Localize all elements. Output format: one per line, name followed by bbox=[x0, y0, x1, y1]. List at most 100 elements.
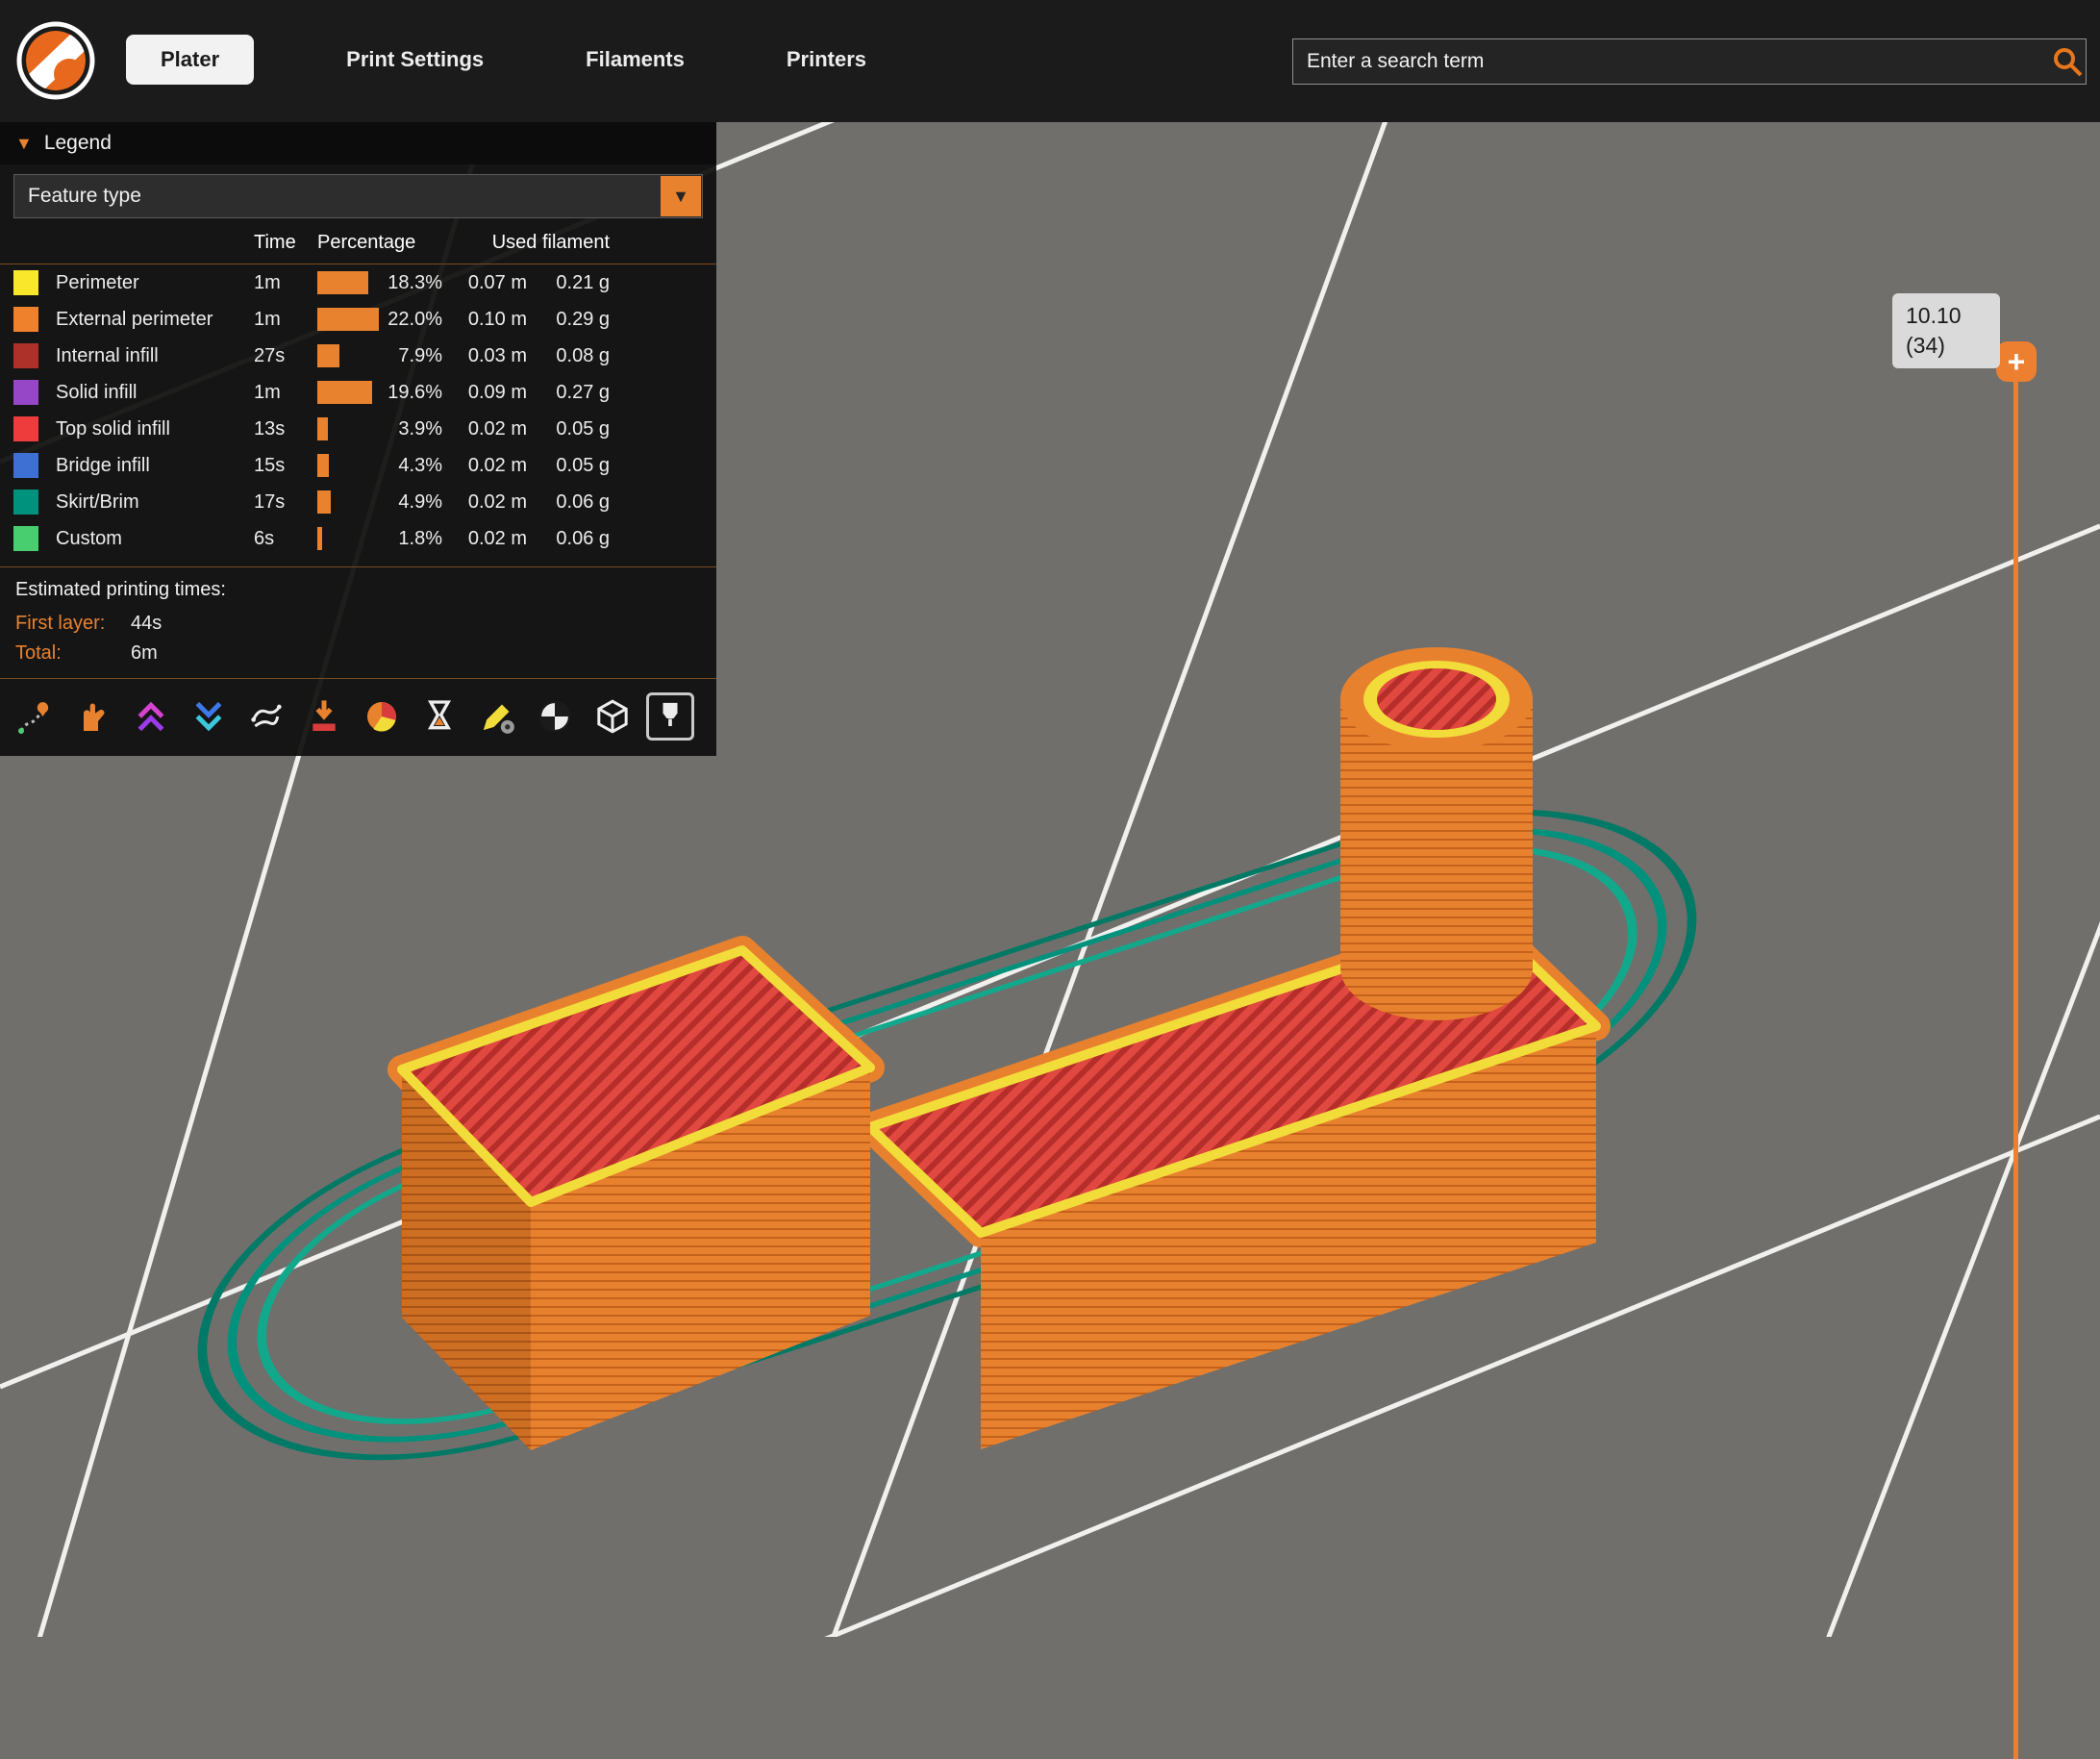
legend-panel: ▼ Legend Feature type ▼ Time Percentage … bbox=[0, 122, 716, 756]
percentage-value: 3.9% bbox=[398, 418, 442, 440]
feature-label: Bridge infill bbox=[56, 455, 254, 477]
legend-row[interactable]: Skirt/Brim 17s 4.9% 0.02 m 0.06 g bbox=[0, 484, 716, 520]
center-of-gravity-icon[interactable] bbox=[531, 692, 579, 741]
legend-row[interactable]: Perimeter 1m 18.3% 0.07 m 0.21 g bbox=[0, 264, 716, 301]
feature-time: 1m bbox=[254, 382, 317, 404]
percentage-value: 4.9% bbox=[398, 491, 442, 514]
percentage-bar bbox=[317, 308, 379, 331]
legend-header: ▼ Legend bbox=[0, 122, 716, 164]
search-icon[interactable] bbox=[2050, 44, 2085, 79]
first-layer-value: 44s bbox=[131, 613, 701, 635]
search-input[interactable] bbox=[1292, 38, 2087, 85]
dropdown-arrow-icon[interactable]: ▼ bbox=[661, 176, 701, 216]
tab-plater[interactable]: Plater bbox=[126, 35, 254, 85]
tab-print-settings[interactable]: Print Settings bbox=[337, 35, 493, 85]
feature-time: 15s bbox=[254, 455, 317, 477]
feature-percentage-cell: 1.8% bbox=[317, 527, 442, 550]
tool-changes-icon[interactable] bbox=[300, 692, 348, 741]
wipe-icon[interactable] bbox=[69, 692, 117, 741]
feature-percentage-cell: 19.6% bbox=[317, 381, 442, 404]
travels-icon[interactable] bbox=[12, 692, 60, 741]
percentage-value: 7.9% bbox=[398, 345, 442, 367]
feature-label: Solid infill bbox=[56, 382, 254, 404]
feature-color-swatch bbox=[13, 416, 38, 441]
tab-filaments[interactable]: Filaments bbox=[576, 35, 694, 85]
legend-collapse-icon[interactable]: ▼ bbox=[15, 134, 33, 154]
top-bar: Plater Print Settings Filaments Printers bbox=[0, 0, 2100, 122]
legend-row[interactable]: Internal infill 27s 7.9% 0.03 m 0.08 g bbox=[0, 338, 716, 374]
total-time-row: Total: 6m bbox=[0, 635, 716, 665]
total-value: 6m bbox=[131, 642, 701, 665]
percentage-value: 22.0% bbox=[388, 309, 442, 331]
feature-color-swatch bbox=[13, 453, 38, 478]
legend-title-label: Legend bbox=[44, 132, 112, 155]
app-window: 10.10 (34) + Plater Print Settings Filam… bbox=[0, 0, 2100, 1637]
feature-used-length: 0.02 m bbox=[442, 491, 527, 514]
feature-color-swatch bbox=[13, 270, 38, 295]
percentage-bar bbox=[317, 527, 322, 550]
feature-color-swatch bbox=[13, 380, 38, 405]
first-layer-row: First layer: 44s bbox=[0, 605, 716, 635]
feature-color-swatch bbox=[13, 307, 38, 332]
feature-used-weight: 0.08 g bbox=[527, 345, 610, 367]
layer-number-value: (34) bbox=[1906, 331, 1987, 361]
feature-color-swatch bbox=[13, 526, 38, 551]
shells-icon[interactable] bbox=[588, 692, 637, 741]
first-layer-label: First layer: bbox=[15, 613, 131, 635]
legend-toolbar bbox=[0, 679, 716, 746]
legend-row[interactable]: Custom 6s 1.8% 0.02 m 0.06 g bbox=[0, 520, 716, 557]
feature-label: Custom bbox=[56, 528, 254, 550]
layer-slider[interactable] bbox=[2013, 363, 2018, 1759]
percentage-value: 4.3% bbox=[398, 455, 442, 477]
cylinder-top-infill bbox=[1377, 668, 1496, 730]
percentage-bar bbox=[317, 381, 372, 404]
pause-prints-icon[interactable] bbox=[415, 692, 463, 741]
feature-label: External perimeter bbox=[56, 309, 254, 331]
feature-percentage-cell: 22.0% bbox=[317, 308, 442, 331]
seams-icon[interactable] bbox=[242, 692, 290, 741]
feature-percentage-cell: 3.9% bbox=[317, 417, 442, 440]
main-tabs: Plater Print Settings Filaments Printers bbox=[126, 35, 876, 85]
feature-used-length: 0.02 m bbox=[442, 455, 527, 477]
feature-label: Internal infill bbox=[56, 345, 254, 367]
view-type-value: Feature type bbox=[14, 185, 141, 208]
percentage-bar bbox=[317, 417, 328, 440]
color-changes-icon[interactable] bbox=[358, 692, 406, 741]
layer-slider-handle[interactable]: + bbox=[1996, 341, 2037, 382]
feature-used-weight: 0.29 g bbox=[527, 309, 610, 331]
percentage-bar bbox=[317, 490, 331, 514]
legend-row[interactable]: Bridge infill 15s 4.3% 0.02 m 0.05 g bbox=[0, 447, 716, 484]
feature-color-swatch bbox=[13, 490, 38, 515]
feature-used-length: 0.10 m bbox=[442, 309, 527, 331]
feature-percentage-cell: 4.3% bbox=[317, 454, 442, 477]
percentage-bar bbox=[317, 454, 329, 477]
tab-printers[interactable]: Printers bbox=[777, 35, 876, 85]
feature-time: 1m bbox=[254, 309, 317, 331]
view-type-dropdown[interactable]: Feature type ▼ bbox=[13, 174, 703, 218]
print-model bbox=[402, 647, 1596, 1450]
feature-used-weight: 0.05 g bbox=[527, 418, 610, 440]
legend-row[interactable]: External perimeter 1m 22.0% 0.10 m 0.29 … bbox=[0, 301, 716, 338]
legend-table-body: Perimeter 1m 18.3% 0.07 m 0.21 g Externa… bbox=[0, 264, 716, 557]
feature-used-weight: 0.21 g bbox=[527, 272, 610, 294]
app-logo-icon bbox=[15, 20, 96, 101]
deretractions-icon[interactable] bbox=[185, 692, 233, 741]
feature-used-length: 0.07 m bbox=[442, 272, 527, 294]
feature-time: 13s bbox=[254, 418, 317, 440]
column-percentage: Percentage bbox=[317, 232, 442, 254]
feature-time: 27s bbox=[254, 345, 317, 367]
feature-label: Perimeter bbox=[56, 272, 254, 294]
column-used-filament: Used filament bbox=[442, 232, 610, 254]
legend-row[interactable]: Solid infill 1m 19.6% 0.09 m 0.27 g bbox=[0, 374, 716, 411]
column-time: Time bbox=[254, 232, 317, 254]
feature-used-length: 0.02 m bbox=[442, 528, 527, 550]
feature-label: Top solid infill bbox=[56, 418, 254, 440]
search-box bbox=[1292, 38, 2087, 85]
retractions-icon[interactable] bbox=[127, 692, 175, 741]
feature-color-swatch bbox=[13, 343, 38, 368]
feature-time: 6s bbox=[254, 528, 317, 550]
legend-row[interactable]: Top solid infill 13s 3.9% 0.02 m 0.05 g bbox=[0, 411, 716, 447]
feature-used-length: 0.03 m bbox=[442, 345, 527, 367]
custom-gcodes-icon[interactable] bbox=[473, 692, 521, 741]
extruder-toggle-icon[interactable] bbox=[646, 692, 694, 741]
